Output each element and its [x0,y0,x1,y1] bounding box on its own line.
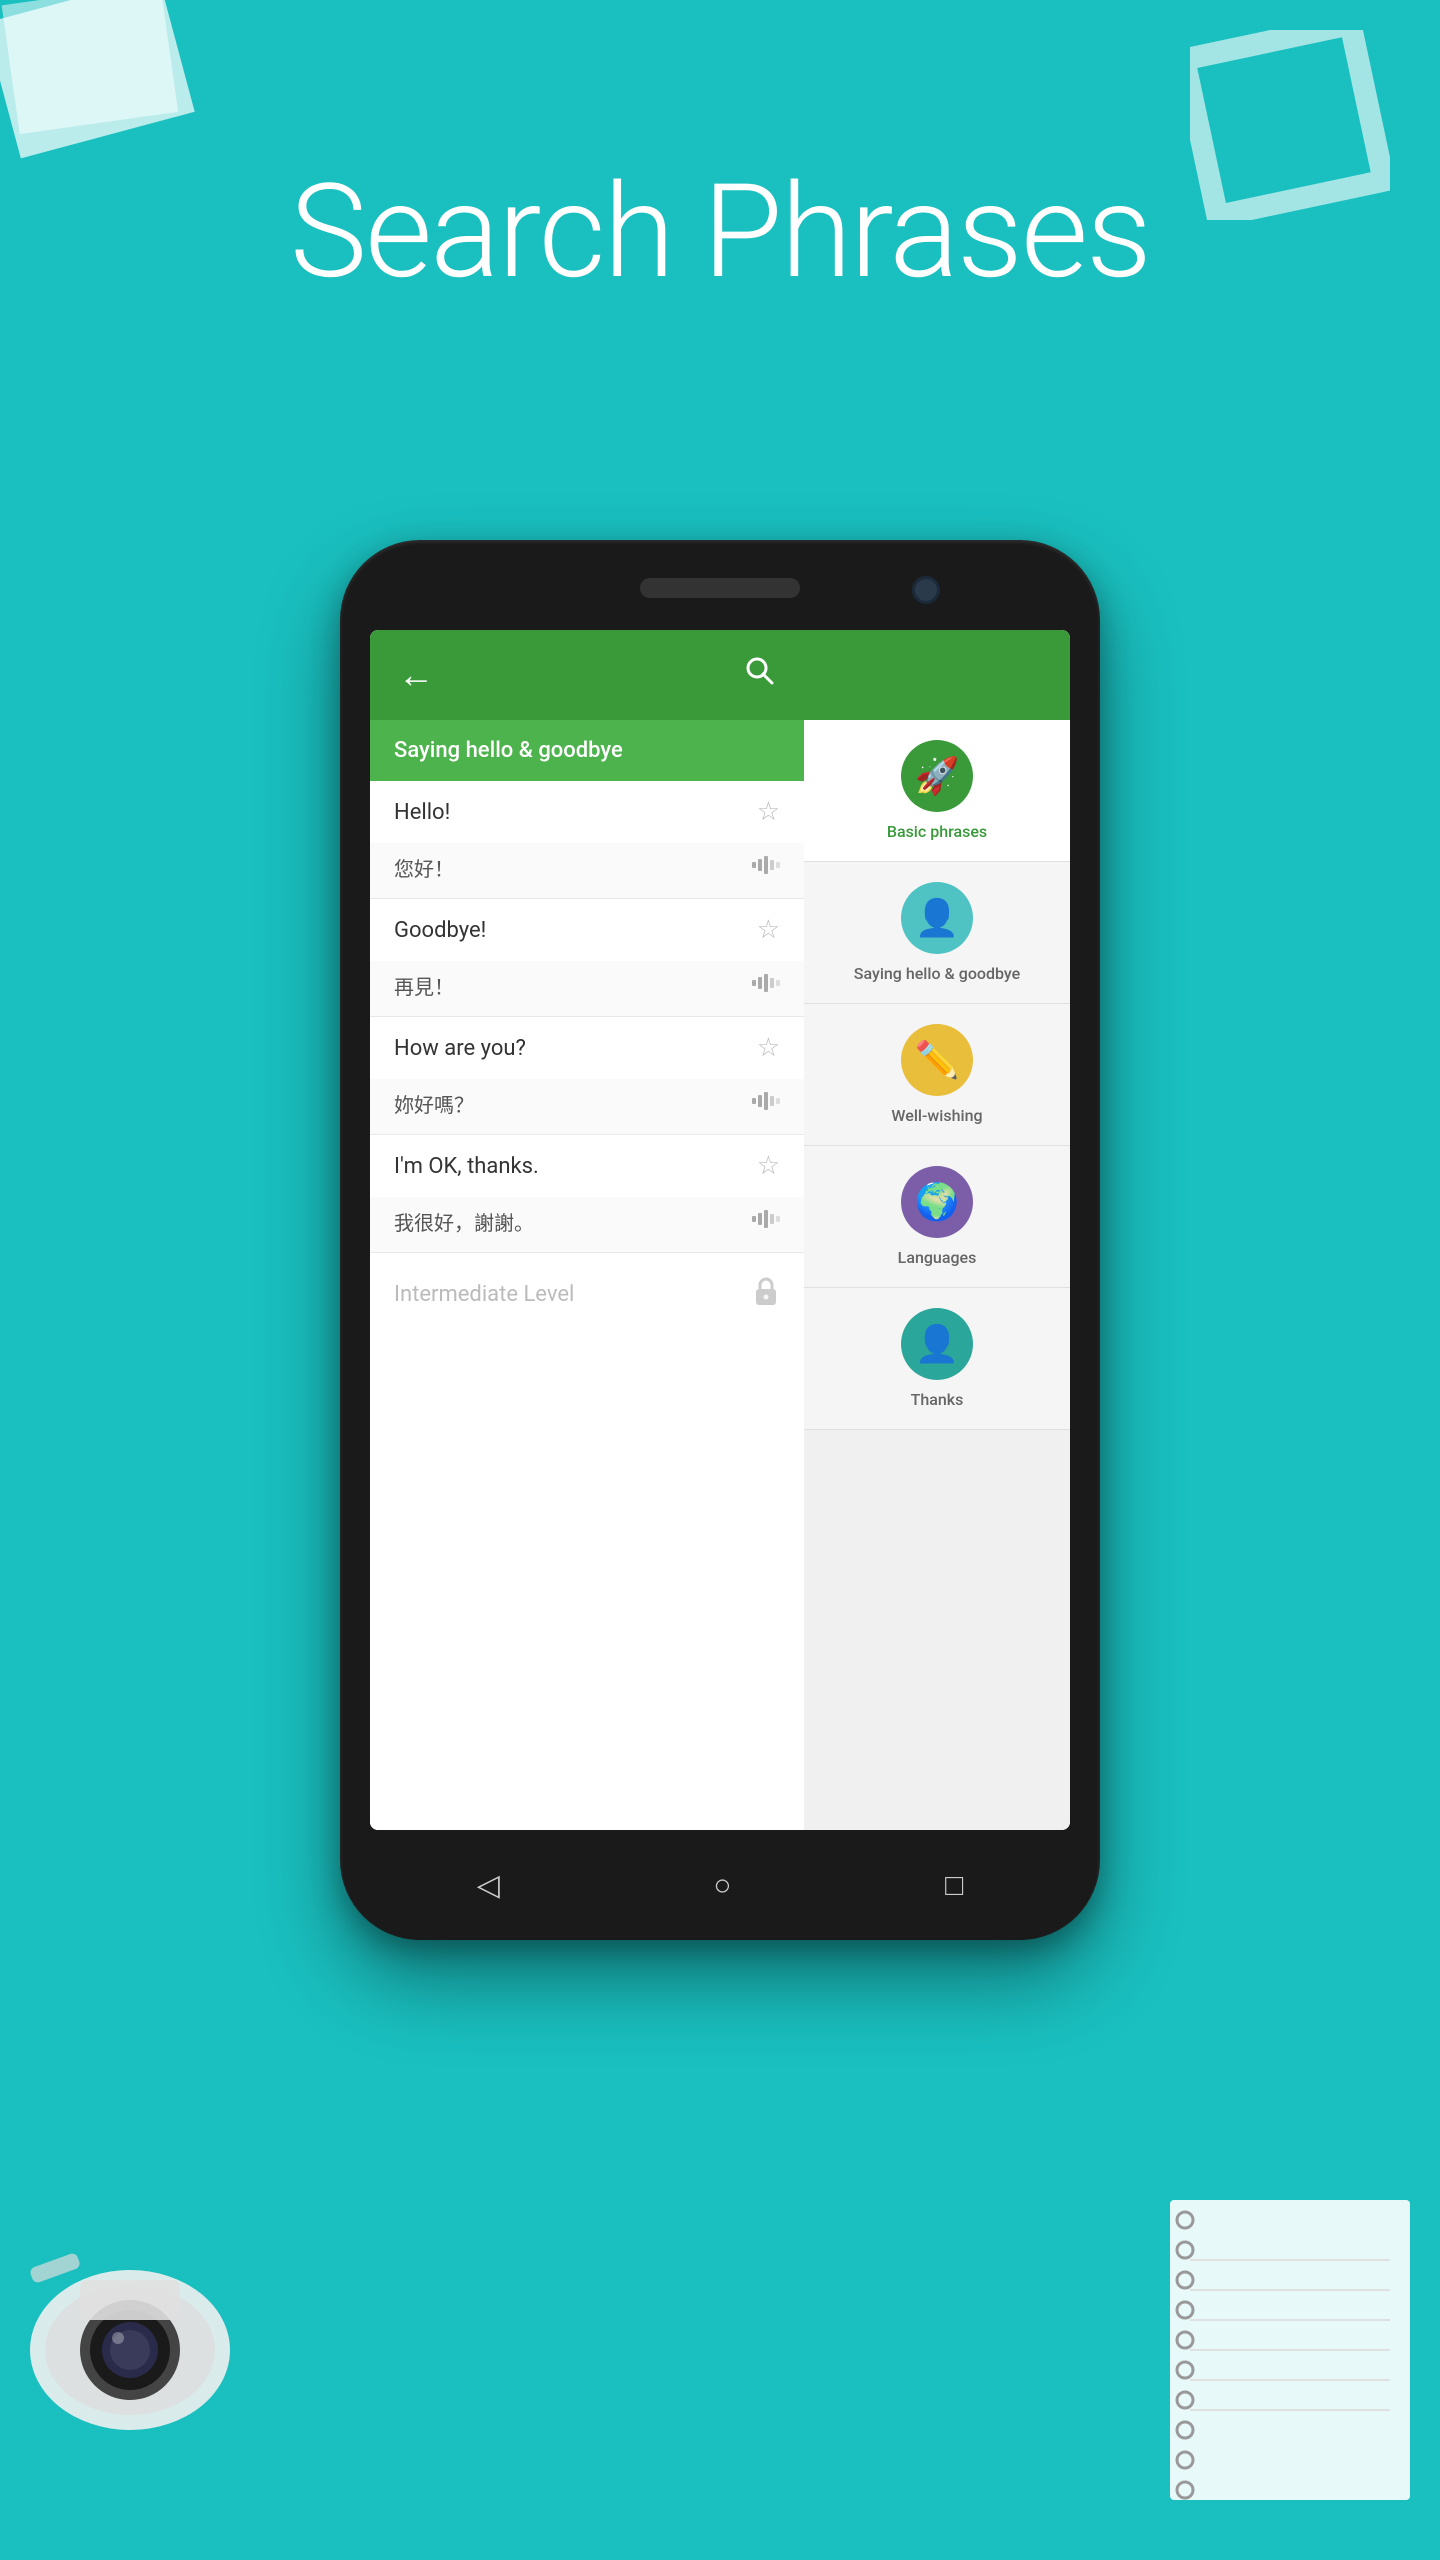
star-icon-1[interactable]: ☆ [757,915,780,945]
phone-device: ← Saying hello & goodbye [340,540,1100,1940]
nav-home-button[interactable]: ○ [713,1868,731,1903]
phrase-item-2: How are you? ☆ 妳好嗎？ [370,1017,804,1135]
audio-icon-1[interactable] [752,972,780,1000]
intermediate-level-row: Intermediate Level [370,1253,804,1336]
phone-screen: ← Saying hello & goodbye [370,630,1070,1830]
nav-bar: ◁ ○ □ [370,1830,1070,1940]
phrase-translation-3: 我很好，謝謝。 [394,1207,534,1236]
search-button[interactable] [744,654,776,696]
deco-camera [10,2220,250,2460]
category-item-0[interactable]: 🚀 Basic phrases [804,720,1070,862]
deco-notebook [1130,2160,1430,2520]
star-icon-2[interactable]: ☆ [757,1033,780,1063]
category-item-4[interactable]: 👤 Thanks [804,1288,1070,1430]
phrase-list: Hello! ☆ 您好！ [370,781,804,1830]
phrase-translation-0: 您好！ [394,853,454,882]
category-icon-3: 🌍 [901,1166,973,1238]
main-title: Search Phrases [0,160,1440,303]
phrase-item-1: Goodbye! ☆ 再見！ [370,899,804,1017]
nav-back-button[interactable]: ◁ [477,1868,500,1903]
category-icon-0: 🚀 [901,740,973,812]
category-sidebar: 🚀 Basic phrases 👤 Saying hello & goodbye… [804,630,1070,1830]
phrase-item-3: I'm OK, thanks. ☆ 我很好，謝謝。 [370,1135,804,1253]
audio-icon-2[interactable] [752,1090,780,1118]
phone-outer: ← Saying hello & goodbye [340,540,1100,1940]
phrase-english-2: How are you? [394,1036,526,1061]
audio-icon-0[interactable] [752,854,780,882]
phrase-item-0: Hello! ☆ 您好！ [370,781,804,899]
phrase-english-0: Hello! [394,800,450,825]
lock-icon [752,1275,780,1314]
category-name-3: Languages [898,1248,977,1267]
category-item-2[interactable]: ✏️ Well-wishing [804,1004,1070,1146]
category-item-1[interactable]: 👤 Saying hello & goodbye [804,862,1070,1004]
phrase-list-panel: ← Saying hello & goodbye [370,630,804,1830]
phrase-english-3: I'm OK, thanks. [394,1154,539,1179]
star-icon-0[interactable]: ☆ [757,797,780,827]
category-name-0: Basic phrases [887,822,987,841]
phrase-english-1: Goodbye! [394,918,486,943]
audio-icon-3[interactable] [752,1208,780,1236]
app-header: ← [370,630,804,720]
phrase-translation-2: 妳好嗎？ [394,1089,474,1118]
phrase-translation-1: 再見！ [394,971,454,1000]
category-name-1: Saying hello & goodbye [854,964,1020,983]
category-item-3[interactable]: 🌍 Languages [804,1146,1070,1288]
category-icon-2: ✏️ [901,1024,973,1096]
category-icon-4: 👤 [901,1308,973,1380]
nav-recent-button[interactable]: □ [945,1868,963,1903]
right-header-spacer [804,630,1070,720]
category-icon-1: 👤 [901,882,973,954]
category-name-4: Thanks [911,1390,964,1409]
phone-speaker [640,578,800,598]
category-header: Saying hello & goodbye [370,720,804,781]
category-name-2: Well-wishing [891,1106,982,1125]
intermediate-level-label: Intermediate Level [394,1282,574,1307]
back-button[interactable]: ← [398,654,434,696]
star-icon-3[interactable]: ☆ [757,1151,780,1181]
deco-paper-top-left [0,0,210,170]
phone-camera [912,576,940,604]
